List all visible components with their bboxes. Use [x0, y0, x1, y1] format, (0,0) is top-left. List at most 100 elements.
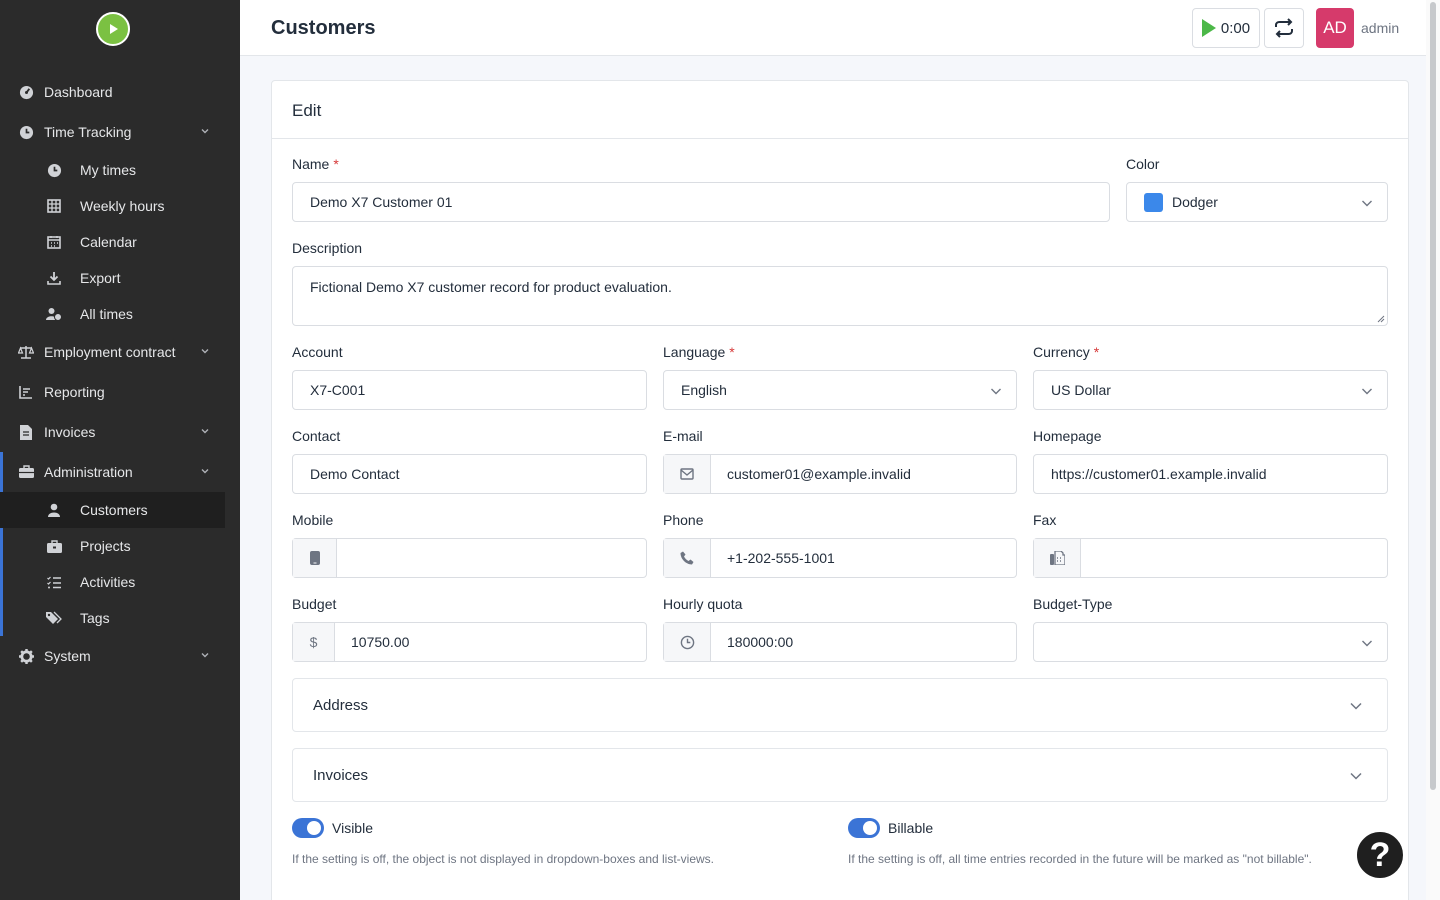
budget-type-label: Budget-Type [1033, 596, 1113, 612]
sidebar-item-label: My times [80, 162, 136, 178]
account-input[interactable]: X7-C001 [292, 370, 647, 410]
sidebar-item-label: Weekly hours [80, 198, 165, 214]
mobile-label: Mobile [292, 512, 334, 528]
homepage-label: Homepage [1033, 428, 1102, 444]
chevron-down-icon [201, 469, 209, 474]
card-title: Edit [272, 81, 1408, 139]
sidebar-item-label: Invoices [44, 424, 96, 440]
sidebar-item-tags[interactable]: Tags [0, 600, 240, 636]
sidebar-item-label: Employment contract [44, 344, 176, 360]
admin-group: Administration Customers Projects Activi… [0, 452, 240, 636]
scrollbar-thumb[interactable] [1430, 2, 1436, 790]
sidebar-item-label: Activities [80, 574, 136, 590]
sidebar-item-weekly-hours[interactable]: Weekly hours [0, 188, 240, 224]
chevron-down-icon [1350, 772, 1362, 780]
table-icon [46, 198, 62, 214]
play-icon [1201, 19, 1216, 37]
fax-field[interactable] [1033, 538, 1388, 578]
toggle-knob [307, 821, 321, 835]
billable-label: Billable [888, 820, 934, 836]
sidebar-item-administration[interactable]: Administration [0, 452, 240, 492]
briefcase-icon [46, 538, 62, 554]
play-logo-icon [110, 24, 118, 34]
invoices-panel-title: Invoices [313, 767, 369, 784]
resize-handle-icon[interactable] [1377, 315, 1385, 323]
sidebar-item-invoices[interactable]: Invoices [0, 412, 240, 452]
address-panel-title: Address [313, 697, 369, 714]
budget-field[interactable]: $ 10750.00 [292, 622, 647, 662]
help-button[interactable]: ? [1355, 830, 1405, 880]
address-panel[interactable]: Address [292, 678, 1388, 732]
color-label: Color [1126, 156, 1160, 172]
budget-label: Budget [292, 596, 337, 612]
toggle-knob [863, 821, 877, 835]
sidebar-item-label: System [44, 648, 91, 664]
sidebar-item-time-tracking[interactable]: Time Tracking [0, 112, 240, 152]
sidebar-item-customers[interactable]: Customers [0, 492, 225, 528]
color-swatch [1144, 192, 1163, 212]
dashboard-icon [18, 84, 34, 100]
sidebar-item-label: Customers [80, 502, 148, 518]
avatar[interactable]: AD [1316, 8, 1354, 48]
user-icon [46, 502, 62, 518]
description-textarea[interactable]: Fictional Demo X7 customer record for pr… [292, 266, 1388, 326]
sidebar-item-label: Administration [44, 464, 133, 480]
username[interactable]: admin [1361, 20, 1399, 36]
mobile-field[interactable] [292, 538, 647, 578]
name-label: Name * [292, 156, 339, 172]
language-label: Language * [663, 344, 735, 360]
sync-button[interactable] [1264, 8, 1304, 48]
tags-icon [46, 610, 62, 626]
contact-input[interactable]: Demo Contact [292, 454, 647, 494]
clock-icon [18, 124, 34, 140]
sidebar-item-my-times[interactable]: My times [0, 152, 240, 188]
account-label: Account [292, 344, 343, 360]
hourly-quota-field[interactable]: 180000:00 [663, 622, 1017, 662]
sidebar-item-calendar[interactable]: Calendar [0, 224, 240, 260]
chevron-down-icon [1362, 388, 1372, 395]
homepage-input[interactable]: https://customer01.example.invalid [1033, 454, 1388, 494]
start-timer-button[interactable]: 0:00 [1192, 8, 1260, 48]
email-label: E-mail [663, 428, 703, 444]
email-field[interactable]: customer01@example.invalid [663, 454, 1017, 494]
sidebar-item-label: Time Tracking [44, 124, 132, 140]
sidebar-item-dashboard[interactable]: Dashboard [0, 72, 240, 112]
sidebar-item-all-times[interactable]: All times [0, 296, 240, 332]
name-input[interactable]: Demo X7 Customer 01 [292, 182, 1110, 222]
visible-hint: If the setting is off, the object is not… [292, 852, 715, 866]
invoices-panel[interactable]: Invoices [292, 748, 1388, 802]
chevron-down-icon [201, 653, 209, 658]
list-icon [46, 574, 62, 590]
sidebar-item-reporting[interactable]: Reporting [0, 372, 240, 412]
sidebar-item-system[interactable]: System [0, 636, 240, 676]
budget-type-select[interactable] [1033, 622, 1388, 662]
visible-toggle[interactable] [292, 818, 324, 838]
sidebar-item-employment-contract[interactable]: Employment contract [0, 332, 240, 372]
language-select[interactable]: English [663, 370, 1017, 410]
currency-select[interactable]: US Dollar [1033, 370, 1388, 410]
gear-icon [18, 648, 34, 664]
description-label: Description [292, 240, 363, 256]
app-logo[interactable] [96, 12, 130, 46]
chart-icon [18, 384, 34, 400]
currency-label: Currency * [1033, 344, 1100, 360]
sidebar: Dashboard Time Tracking My times Weekly … [0, 0, 240, 900]
sidebar-item-label: All times [80, 306, 133, 322]
balance-scale-icon [18, 344, 34, 360]
fax-icon [1034, 539, 1081, 577]
sidebar-item-label: Reporting [44, 384, 105, 400]
billable-toggle[interactable] [848, 818, 880, 838]
phone-icon [664, 539, 711, 577]
sidebar-item-projects[interactable]: Projects [0, 528, 240, 564]
page-title: Customers [271, 17, 376, 39]
sidebar-item-label: Calendar [80, 234, 137, 250]
users-clock-icon [46, 306, 62, 322]
color-select[interactable]: Dodger [1126, 182, 1388, 222]
sidebar-item-export[interactable]: Export [0, 260, 240, 296]
phone-field[interactable]: +1-202-555-1001 [663, 538, 1017, 578]
sidebar-item-activities[interactable]: Activities [0, 564, 240, 600]
chevron-down-icon [201, 129, 209, 134]
sidebar-item-label: Tags [80, 610, 110, 626]
page-scrollbar[interactable] [1426, 0, 1440, 900]
mobile-phone-icon [293, 539, 337, 577]
